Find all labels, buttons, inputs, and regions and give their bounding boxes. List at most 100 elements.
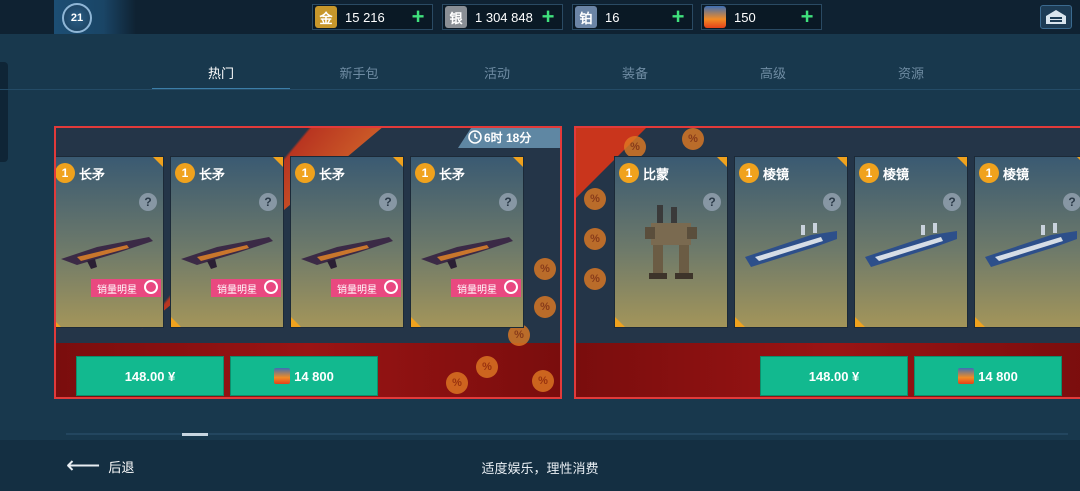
item-quantity: 1 — [415, 163, 435, 183]
garage-button[interactable] — [1040, 5, 1072, 29]
discount-percent-icon: % — [624, 136, 646, 158]
key-value: 150 — [734, 9, 756, 25]
item-name: 长矛 — [439, 167, 466, 182]
help-icon[interactable]: ? — [139, 193, 157, 211]
level-number: 21 — [62, 3, 92, 33]
tab-premium[interactable]: 高级 — [704, 56, 842, 90]
discount-percent-icon: % — [446, 372, 468, 394]
discount-percent-icon: % — [476, 356, 498, 378]
horizontal-scrollbar-thumb[interactable] — [182, 433, 208, 436]
discount-percent-icon: % — [584, 228, 606, 250]
robot-icon — [645, 205, 697, 279]
tab-events[interactable]: 活动 — [428, 56, 566, 90]
silver-icon: 银 — [445, 6, 467, 28]
item-quantity: 1 — [979, 163, 999, 183]
horizontal-scrollbar-track[interactable] — [66, 433, 1068, 435]
add-platinum-button[interactable]: + — [668, 6, 688, 28]
help-icon[interactable]: ? — [943, 193, 961, 211]
side-drawer-handle[interactable] — [0, 62, 8, 162]
card-corner — [273, 157, 283, 167]
gold-icon: 金 — [315, 6, 337, 28]
offer-timer-text: 6时 18分 — [484, 130, 532, 145]
prism-weapon-icon — [745, 223, 837, 267]
bestseller-tag: 销量明星 — [211, 279, 281, 297]
platinum-icon: 铂 — [575, 6, 597, 28]
card-corner — [291, 317, 301, 327]
buy-with-money-button[interactable]: 148.00 ¥ — [76, 356, 224, 396]
bestseller-tag: 销量明星 — [331, 279, 401, 297]
card-corner — [171, 317, 181, 327]
medal-icon — [144, 280, 158, 294]
lance-weapon-icon — [301, 237, 393, 269]
item-card[interactable]: 1 长矛 ? 销量明星 — [170, 156, 284, 328]
item-quantity: 1 — [175, 163, 195, 183]
card-corner — [513, 157, 523, 167]
card-corner — [855, 317, 865, 327]
item-card[interactable]: 1 长矛 ? 销量明星 — [56, 156, 164, 328]
prism-weapon-icon — [985, 223, 1077, 267]
card-corner — [615, 317, 625, 327]
item-name: 棱镜 — [763, 167, 790, 182]
card-corner — [975, 317, 985, 327]
medal-icon — [504, 280, 518, 294]
healthy-gaming-notice: 适度娱乐，理性消费 — [481, 461, 599, 476]
add-silver-button[interactable]: + — [538, 6, 558, 28]
item-name: 比蒙 — [643, 167, 670, 182]
item-name: 长矛 — [79, 167, 106, 182]
bestseller-tag-text: 销量明星 — [457, 284, 497, 296]
item-quantity: 1 — [739, 163, 759, 183]
footer-bar: ⟵ 后退 适度娱乐，理性消费 — [0, 440, 1080, 491]
tab-resources[interactable]: 资源 — [842, 56, 980, 90]
key-icon — [274, 368, 291, 384]
tabs-divider — [0, 89, 1080, 90]
help-icon[interactable]: ? — [499, 193, 517, 211]
help-icon[interactable]: ? — [823, 193, 841, 211]
add-gold-button[interactable]: + — [408, 6, 428, 28]
add-key-button[interactable]: + — [797, 6, 817, 28]
card-corner — [56, 317, 61, 327]
money-price: 148.00 ¥ — [808, 368, 860, 384]
item-name: 长矛 — [319, 167, 346, 182]
lance-weapon-icon — [421, 237, 513, 269]
item-card[interactable]: 1 棱镜 ? — [854, 156, 968, 328]
offer-panel-1: % % % % % % 6时 18分 1 长矛 ? 销量明星 1 长矛 ? 销量… — [54, 126, 562, 399]
buy-with-keys-button[interactable]: 14 800 — [230, 356, 378, 396]
offer-timer: 6时 18分 — [458, 128, 560, 148]
buy-with-money-button[interactable]: 148.00 ¥ — [760, 356, 908, 396]
discount-percent-icon: % — [584, 188, 606, 210]
item-card[interactable]: 1 长矛 ? 销量明星 — [290, 156, 404, 328]
key-price: 14 800 — [294, 368, 334, 384]
card-corner — [717, 157, 727, 167]
bestseller-tag: 销量明星 — [91, 279, 161, 297]
platinum-resource: 铂 16 + — [572, 4, 693, 30]
medal-icon — [264, 280, 278, 294]
lance-weapon-icon — [181, 237, 273, 269]
card-corner — [411, 317, 421, 327]
card-corner — [153, 157, 163, 167]
item-card[interactable]: 1 比蒙 ? — [614, 156, 728, 328]
key-price: 14 800 — [978, 368, 1018, 384]
card-corner — [393, 157, 403, 167]
help-icon[interactable]: ? — [259, 193, 277, 211]
garage-icon — [1046, 10, 1066, 24]
item-name: 长矛 — [199, 167, 226, 182]
item-card[interactable]: 1 棱镜 ? — [734, 156, 848, 328]
bestseller-tag-text: 销量明星 — [97, 284, 137, 296]
clock-icon — [468, 130, 482, 144]
help-icon[interactable]: ? — [1063, 193, 1080, 211]
item-quantity: 1 — [295, 163, 315, 183]
item-card[interactable]: 1 长矛 ? 销量明星 — [410, 156, 524, 328]
bestseller-tag: 销量明星 — [451, 279, 521, 297]
tab-starter-pack[interactable]: 新手包 — [290, 56, 428, 90]
key-resource: 150 + — [701, 4, 822, 30]
offer-panel-2: % % % % % 1 比蒙 ? 1 棱镜 ? 1 棱镜 ? 1 棱镜 ? 14… — [574, 126, 1080, 399]
tab-equipment[interactable]: 装备 — [566, 56, 704, 90]
tab-hot[interactable]: 热门 — [152, 56, 290, 90]
silver-value: 1 304 848 — [475, 9, 533, 25]
gold-value: 15 216 — [345, 9, 385, 25]
player-level-badge[interactable]: 21 — [54, 0, 136, 34]
money-price: 148.00 ¥ — [124, 368, 176, 384]
help-icon[interactable]: ? — [379, 193, 397, 211]
buy-with-keys-button[interactable]: 14 800 — [914, 356, 1062, 396]
item-card[interactable]: 1 棱镜 ? — [974, 156, 1080, 328]
